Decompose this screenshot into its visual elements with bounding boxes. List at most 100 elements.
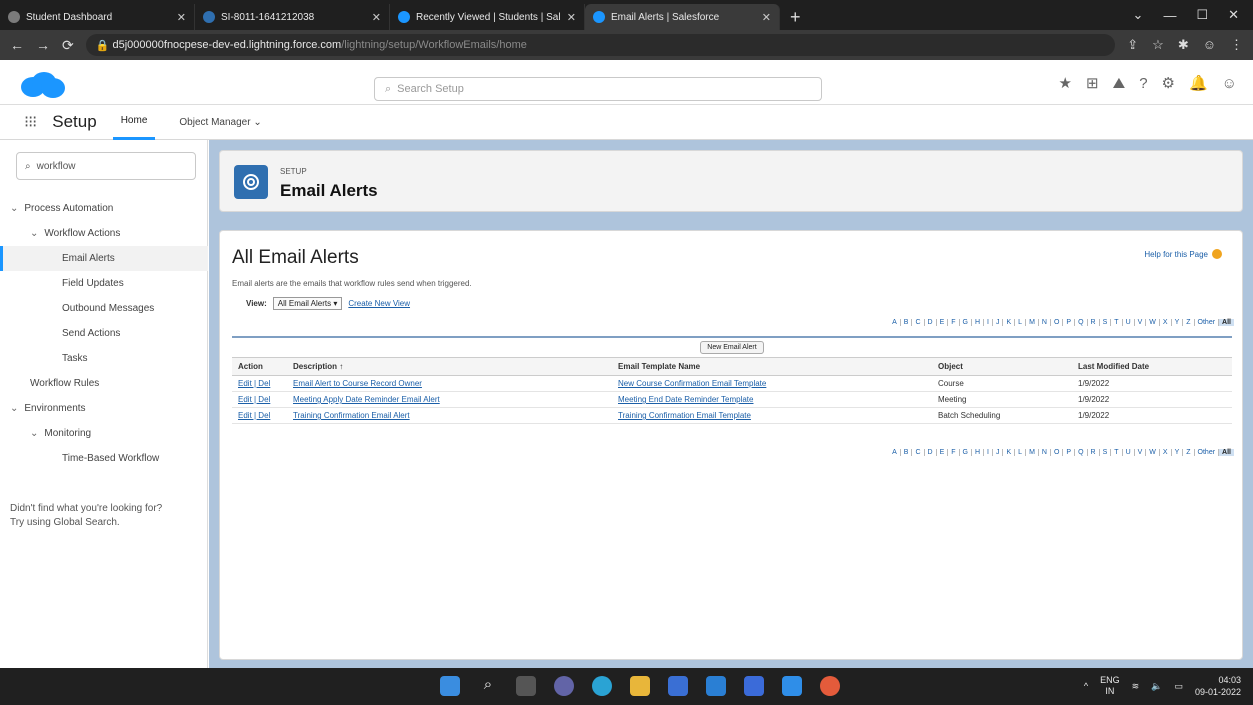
alphabet-letter[interactable]: L	[1015, 449, 1027, 456]
browser-tab[interactable]: Student Dashboard ✕	[0, 4, 195, 30]
volume-icon[interactable]: 🔈	[1151, 681, 1162, 692]
store-icon[interactable]	[668, 676, 688, 696]
alphabet-letter[interactable]: W	[1146, 319, 1160, 326]
tab-object-manager[interactable]: Object Manager ⌄	[171, 105, 269, 140]
avatar[interactable]: ☺	[1222, 75, 1237, 92]
add-icon[interactable]: ⊞	[1086, 74, 1099, 92]
description-link[interactable]: Meeting Apply Date Reminder Email Alert	[293, 395, 440, 404]
search-icon[interactable]: ⌕	[478, 676, 498, 696]
alphabet-letter[interactable]: G	[960, 319, 972, 326]
file-explorer-icon[interactable]	[630, 676, 650, 696]
alphabet-letter[interactable]: K	[1003, 319, 1016, 326]
col-object[interactable]: Object	[932, 358, 1072, 376]
alphabet-letter[interactable]: M	[1026, 319, 1039, 326]
new-tab-icon[interactable]: +	[780, 4, 811, 30]
alphabet-letter[interactable]: J	[993, 449, 1004, 456]
minimize-icon[interactable]: —	[1163, 8, 1176, 23]
col-last-modified[interactable]: Last Modified Date	[1072, 358, 1232, 376]
alphabet-letter[interactable]: Z	[1183, 319, 1195, 326]
sidebar-item[interactable]: ⌄ Workflow Actions	[0, 221, 208, 246]
template-link[interactable]: Meeting End Date Reminder Template	[618, 395, 753, 404]
edit-del-link[interactable]: Edit | Del	[238, 379, 270, 388]
alphabet-letter[interactable]: All	[1219, 319, 1234, 326]
edit-del-link[interactable]: Edit | Del	[238, 395, 270, 404]
alphabet-letter[interactable]: S	[1100, 319, 1112, 326]
close-window-icon[interactable]: ✕	[1228, 7, 1239, 23]
chevron-down-icon[interactable]: ⌄	[10, 403, 18, 414]
browser-tab[interactable]: Email Alerts | Salesforce ✕	[585, 4, 780, 30]
sidebar-item[interactable]: Email Alerts	[0, 246, 208, 271]
notepad-icon[interactable]	[782, 676, 802, 696]
edge-icon[interactable]	[592, 676, 612, 696]
share-icon[interactable]: ⇪	[1127, 37, 1138, 53]
alphabet-letter[interactable]: T	[1111, 449, 1123, 456]
alphabet-letter[interactable]: B	[901, 449, 913, 456]
alphabet-letter[interactable]: C	[912, 449, 925, 456]
template-link[interactable]: New Course Confirmation Email Template	[618, 379, 766, 388]
alphabet-letter[interactable]: V	[1135, 319, 1147, 326]
browser-tab[interactable]: Recently Viewed | Students | Sal ✕	[390, 4, 585, 30]
sidebar-item[interactable]: Outbound Messages	[0, 296, 208, 321]
salesforce-logo[interactable]	[18, 70, 66, 100]
dropbox-icon[interactable]	[744, 676, 764, 696]
start-icon[interactable]	[440, 676, 460, 696]
reload-icon[interactable]: ⟳	[62, 37, 74, 54]
alphabet-letter[interactable]: R	[1088, 449, 1100, 456]
app-launcher-icon[interactable]: ⁝⁝⁝	[24, 112, 37, 132]
sidebar-item[interactable]: ⌄ Monitoring	[0, 421, 208, 446]
alphabet-letter[interactable]: T	[1111, 319, 1123, 326]
sidebar-item[interactable]: Workflow Rules	[0, 371, 208, 396]
description-link[interactable]: Email Alert to Course Record Owner	[293, 379, 422, 388]
alphabet-letter[interactable]: Q	[1075, 319, 1088, 326]
chevron-down-icon[interactable]: ⌄	[10, 203, 18, 214]
col-template[interactable]: Email Template Name	[612, 358, 932, 376]
alphabet-letter[interactable]: U	[1123, 449, 1135, 456]
alphabet-letter[interactable]: Y	[1172, 449, 1184, 456]
alphabet-letter[interactable]: Q	[1075, 449, 1088, 456]
close-tab-icon[interactable]: ✕	[567, 11, 576, 24]
url-field[interactable]: 🔒 d5j000000fnocpese-dev-ed.lightning.for…	[85, 34, 1116, 56]
help-for-page-link[interactable]: Help for this Page	[1144, 249, 1222, 259]
close-tab-icon[interactable]: ✕	[762, 11, 771, 24]
setup-search-input[interactable]: ⌕ Search Setup	[374, 77, 822, 101]
alphabet-letter[interactable]: D	[925, 449, 937, 456]
chevron-up-icon[interactable]: ^	[1084, 681, 1088, 691]
alphabet-letter[interactable]: D	[925, 319, 937, 326]
mail-icon[interactable]	[706, 676, 726, 696]
alphabet-letter[interactable]: S	[1100, 449, 1112, 456]
chevron-down-icon[interactable]: ⌄	[30, 428, 38, 439]
edit-del-link[interactable]: Edit | Del	[238, 411, 270, 420]
view-select[interactable]: All Email Alerts ▾	[272, 297, 343, 310]
alphabet-letter[interactable]: X	[1160, 319, 1172, 326]
battery-icon[interactable]: ▭	[1174, 681, 1183, 692]
alphabet-letter[interactable]: Other	[1195, 319, 1220, 326]
quick-find-input[interactable]: ⌕ workflow	[16, 152, 196, 180]
description-link[interactable]: Training Confirmation Email Alert	[293, 411, 410, 420]
alphabet-letter[interactable]: Other	[1195, 449, 1220, 456]
sidebar-item[interactable]: Time-Based Workflow	[0, 446, 208, 471]
alphabet-letter[interactable]: A	[889, 449, 901, 456]
alphabet-letter[interactable]: H	[972, 319, 985, 326]
back-icon[interactable]: ←	[10, 37, 24, 53]
alphabet-letter[interactable]: C	[912, 319, 925, 326]
alphabet-letter[interactable]: E	[937, 449, 949, 456]
sidebar-item[interactable]: ⌄ Environments	[0, 396, 208, 421]
extensions-icon[interactable]: ✱	[1178, 37, 1189, 53]
alphabet-letter[interactable]: N	[1039, 449, 1051, 456]
alphabet-letter[interactable]: F	[948, 319, 960, 326]
wifi-icon[interactable]: ≋	[1132, 681, 1140, 692]
browser-tab[interactable]: SI-8011-1641212038 ✕	[195, 4, 390, 30]
alphabet-letter[interactable]: H	[972, 449, 985, 456]
alphabet-letter[interactable]: Y	[1172, 319, 1184, 326]
task-view-icon[interactable]	[516, 676, 536, 696]
col-description[interactable]: Description ↑	[287, 358, 612, 376]
star-icon[interactable]: ☆	[1152, 37, 1164, 53]
alphabet-letter[interactable]: U	[1123, 319, 1135, 326]
trailhead-icon[interactable]: ⛰	[1113, 75, 1126, 92]
favorites-icon[interactable]: ★	[1059, 74, 1072, 92]
alphabet-letter[interactable]: J	[993, 319, 1004, 326]
sidebar-item[interactable]: Send Actions	[0, 321, 208, 346]
sidebar-item[interactable]: ⌄ Process Automation	[0, 196, 208, 221]
alphabet-letter[interactable]: Z	[1183, 449, 1195, 456]
close-tab-icon[interactable]: ✕	[372, 11, 381, 24]
